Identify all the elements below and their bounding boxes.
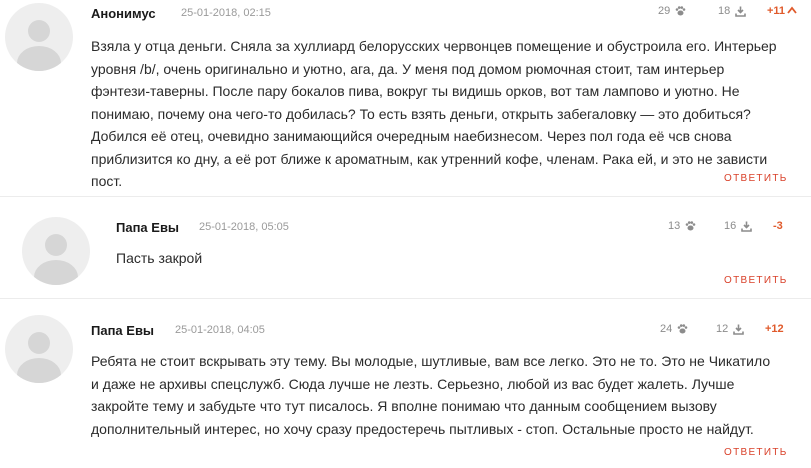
score-value: -3 [773,220,783,232]
comment-author[interactable]: Папа Евы [116,220,179,235]
paw-icon[interactable] [685,221,696,231]
avatar[interactable] [22,217,90,285]
like-count: 24 [660,323,673,335]
comment-date: 25-01-2018, 04:05 [175,324,265,336]
chevron-up-icon[interactable] [787,5,797,17]
rating-score: -3 [773,220,783,232]
dislike-count: 16 [724,220,737,232]
comment-2: Папа Евы 25-01-2018, 05:05 13 16 -3 Паст… [0,197,811,298]
rating-score: +11 [767,5,797,17]
like-counter[interactable]: 24 [660,323,688,335]
reply-button[interactable]: ответить [724,447,788,458]
reply-button[interactable]: ответить [724,275,788,286]
like-count: 29 [658,5,671,17]
comment-author[interactable]: Анонимус [91,6,156,21]
dislike-counter[interactable]: 12 [716,323,745,335]
download-tray-icon[interactable] [733,324,745,335]
dislike-count: 12 [716,323,729,335]
dislike-counter[interactable]: 18 [718,5,747,17]
download-tray-icon[interactable] [735,6,747,17]
comment-text: Взяла у отца деньги. Сняла за хуллиард б… [91,38,777,189]
comment-author[interactable]: Папа Евы [91,323,154,338]
comment-text: Пасть закрой [116,250,203,266]
comment-1: Анонимус 25-01-2018, 02:15 29 18 +11 Взя… [0,0,811,196]
dislike-counter[interactable]: 16 [724,220,753,232]
comment-date: 25-01-2018, 05:05 [199,221,289,233]
reply-button[interactable]: ответить [724,173,788,184]
dislike-count: 18 [718,5,731,17]
comment-date: 25-01-2018, 02:15 [181,7,271,19]
score-value: +12 [765,323,784,335]
like-count: 13 [668,220,681,232]
avatar[interactable] [5,315,73,383]
avatar[interactable] [5,3,73,71]
like-counter[interactable]: 13 [668,220,696,232]
paw-icon[interactable] [677,324,688,334]
rating-score: +12 [765,323,784,335]
download-tray-icon[interactable] [741,221,753,232]
comment-text: Ребята не стоит вскрывать эту тему. Вы м… [91,353,771,437]
like-counter[interactable]: 29 [658,5,686,17]
comment-3: Папа Евы 25-01-2018, 04:05 24 12 +12 Реб… [0,299,811,468]
paw-icon[interactable] [675,6,686,16]
score-value: +11 [767,5,786,17]
